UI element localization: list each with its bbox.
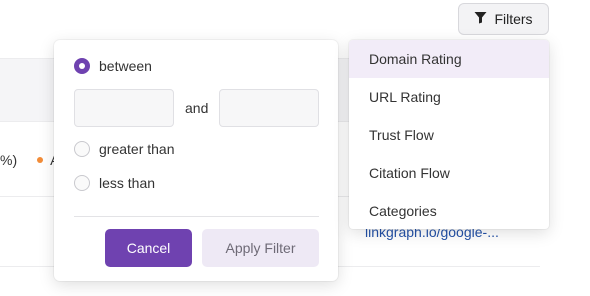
option-less-than[interactable]: less than	[74, 175, 155, 191]
menu-item-citation-flow[interactable]: Citation Flow	[349, 154, 549, 192]
menu-item-categories[interactable]: Categories	[349, 192, 549, 229]
table-row: %) A	[0, 148, 59, 172]
radio-less-than[interactable]	[74, 175, 90, 191]
filters-button[interactable]: Filters	[458, 3, 549, 35]
menu-item-url-rating[interactable]: URL Rating	[349, 78, 549, 116]
and-label: and	[185, 100, 209, 116]
popover-divider	[74, 216, 319, 217]
status-dot	[37, 157, 44, 163]
funnel-icon	[474, 11, 487, 27]
menu-item-domain-rating[interactable]: Domain Rating	[349, 40, 549, 78]
option-between[interactable]: between	[74, 58, 152, 74]
max-value-input[interactable]	[219, 89, 319, 127]
option-between-label: between	[99, 58, 152, 74]
filters-button-label: Filters	[494, 11, 533, 27]
row-percent-text: %)	[0, 152, 18, 168]
apply-filter-button[interactable]: Apply Filter	[202, 229, 319, 267]
option-greater-than-label: greater than	[99, 141, 175, 157]
filter-metric-menu: Domain Rating URL Rating Trust Flow Cita…	[349, 40, 549, 229]
cancel-button[interactable]: Cancel	[105, 229, 192, 267]
radio-greater-than[interactable]	[74, 141, 90, 157]
option-less-than-label: less than	[99, 175, 156, 191]
menu-item-trust-flow[interactable]: Trust Flow	[349, 116, 549, 154]
option-greater-than[interactable]: greater than	[74, 141, 175, 157]
range-filter-popover: between and greater than less than Cance…	[54, 40, 338, 281]
radio-between[interactable]	[74, 58, 90, 74]
min-value-input[interactable]	[74, 89, 174, 127]
